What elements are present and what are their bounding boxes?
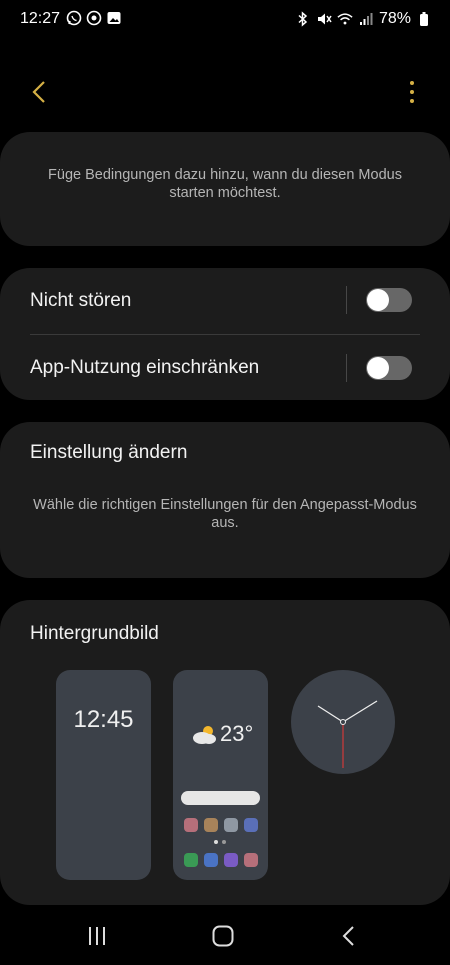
watchface-preview[interactable] bbox=[291, 670, 395, 774]
toggles-card: Nicht stören App-Nutzung einschränken bbox=[0, 268, 450, 400]
settings-title: Einstellung ändern bbox=[30, 442, 188, 463]
home-icon bbox=[212, 925, 234, 947]
wallpaper-card[interactable]: Hintergrundbild 12:45 23° bbox=[0, 600, 450, 905]
conditions-card[interactable]: Füge Bedingungen dazu hinzu, wann du die… bbox=[0, 132, 450, 246]
app-dot bbox=[204, 818, 218, 832]
row-divider bbox=[30, 334, 420, 335]
search-bar-preview bbox=[181, 791, 260, 805]
app-usage-toggle[interactable] bbox=[366, 356, 412, 380]
settings-card[interactable]: Einstellung ändern Wähle die richtigen E… bbox=[0, 422, 450, 578]
app-dot bbox=[184, 818, 198, 832]
back-button[interactable] bbox=[24, 76, 56, 108]
whatsapp-icon bbox=[66, 10, 82, 26]
app-dot bbox=[184, 853, 198, 867]
battery-percent: 78% bbox=[378, 10, 411, 27]
lockscreen-time: 12:45 bbox=[73, 706, 134, 733]
page-indicator bbox=[222, 840, 226, 844]
dnd-label: Nicht stören bbox=[30, 290, 132, 311]
sync-icon bbox=[86, 10, 102, 26]
gallery-icon bbox=[106, 10, 122, 26]
wallpaper-title: Hintergrundbild bbox=[30, 623, 159, 644]
notification-icons bbox=[66, 10, 122, 26]
signal-icon bbox=[358, 11, 374, 27]
more-dot bbox=[410, 99, 414, 103]
partly-cloudy-icon bbox=[193, 726, 216, 744]
app-dot bbox=[244, 818, 258, 832]
battery-icon bbox=[416, 11, 432, 27]
navigation-bar bbox=[0, 905, 450, 965]
chevron-left-icon bbox=[32, 81, 45, 103]
back-icon bbox=[342, 926, 354, 946]
divider bbox=[346, 354, 347, 382]
status-time: 12:27 bbox=[20, 10, 61, 27]
recent-apps-button[interactable] bbox=[86, 925, 108, 947]
home-button[interactable] bbox=[211, 924, 235, 948]
settings-description: Wähle die richtigen Einstellungen für de… bbox=[33, 497, 417, 531]
app-bar bbox=[0, 72, 450, 112]
conditions-description: Füge Bedingungen dazu hinzu, wann du die… bbox=[48, 167, 402, 201]
app-dot bbox=[204, 853, 218, 867]
more-options-button[interactable] bbox=[402, 76, 422, 108]
app-dot bbox=[224, 818, 238, 832]
app-usage-label: App-Nutzung einschränken bbox=[30, 357, 260, 378]
lockscreen-preview[interactable]: 12:45 bbox=[56, 670, 151, 880]
mute-icon bbox=[316, 11, 332, 27]
dnd-toggle[interactable] bbox=[366, 288, 412, 312]
toggle-knob bbox=[367, 289, 389, 311]
bluetooth-icon bbox=[295, 11, 311, 27]
weather-temperature: 23° bbox=[220, 721, 254, 746]
app-dot bbox=[244, 853, 258, 867]
divider bbox=[346, 286, 347, 314]
toggle-knob bbox=[367, 357, 389, 379]
status-bar: 12:27 78% bbox=[0, 0, 450, 38]
app-dot bbox=[224, 853, 238, 867]
wifi-icon bbox=[337, 11, 353, 27]
more-dot bbox=[410, 90, 414, 94]
status-right: 78% bbox=[295, 10, 432, 28]
page-indicator bbox=[214, 840, 218, 844]
clock-hands-icon bbox=[317, 700, 378, 768]
nav-back-button[interactable] bbox=[338, 924, 360, 948]
homescreen-preview[interactable]: 23° bbox=[173, 670, 268, 880]
recents-icon bbox=[89, 927, 105, 945]
more-dot bbox=[410, 81, 414, 85]
